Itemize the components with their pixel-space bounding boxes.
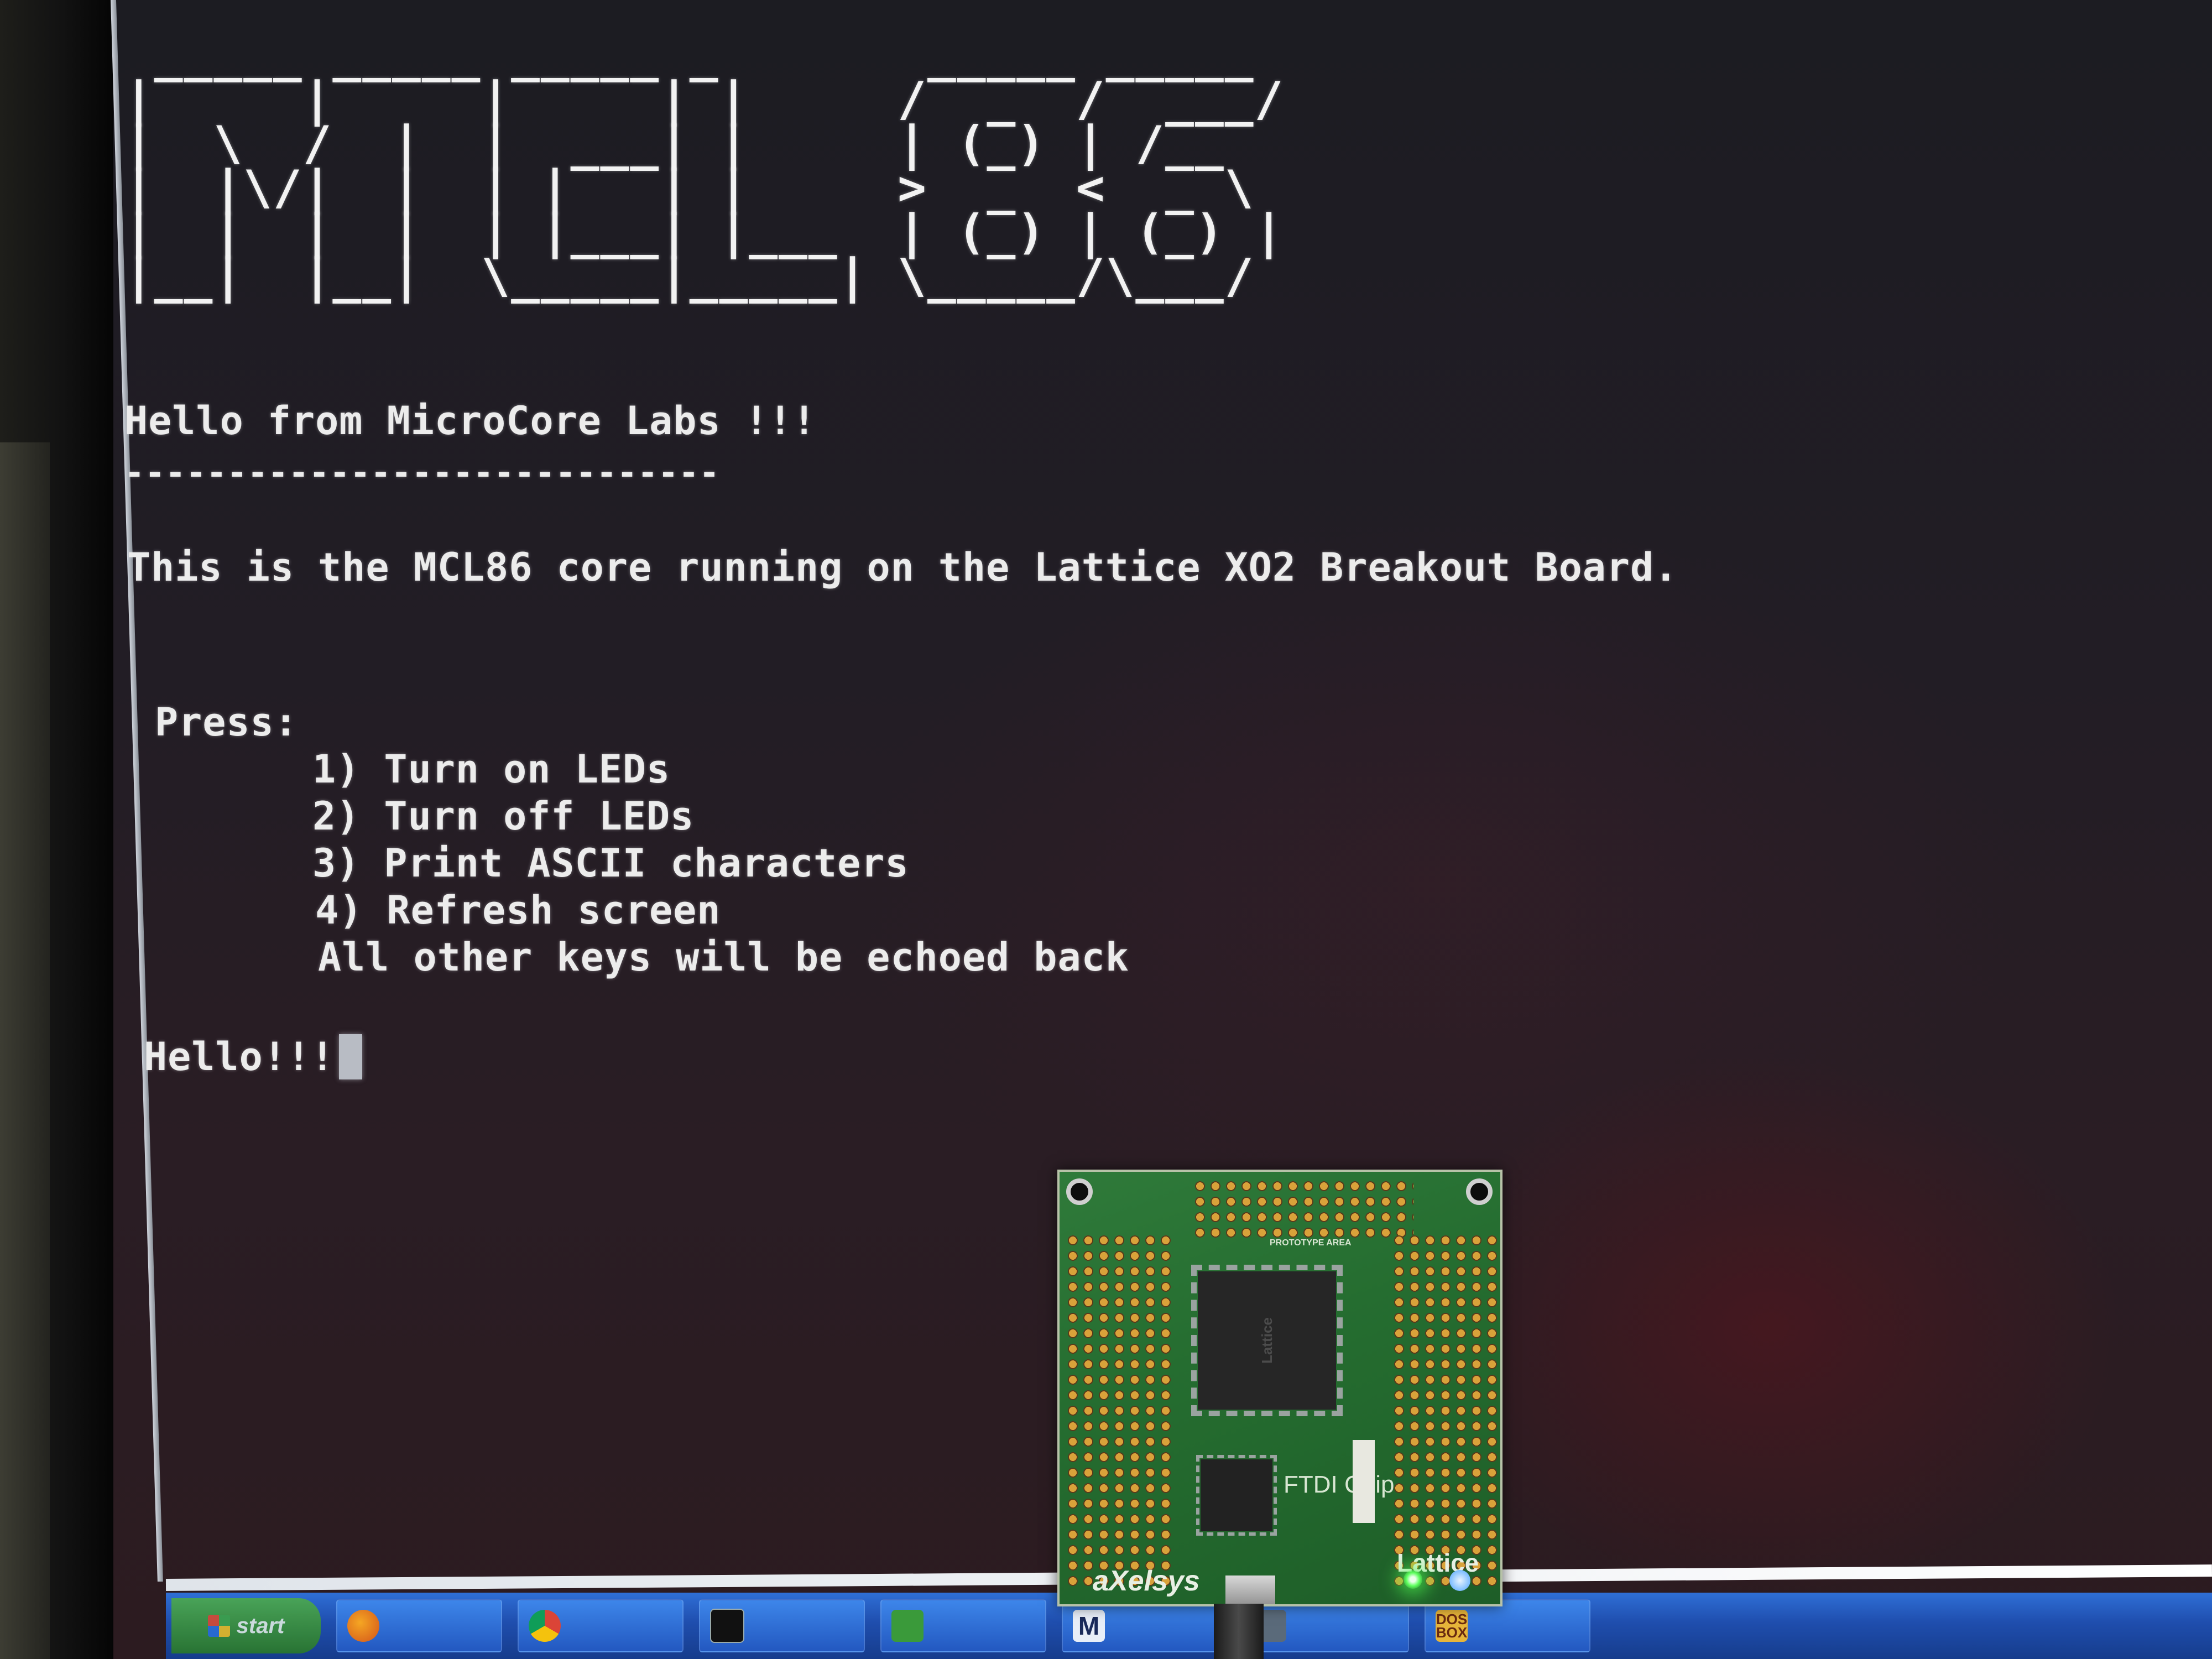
m-app-icon: M — [1073, 1610, 1105, 1642]
usb-connector — [1225, 1575, 1275, 1604]
press-label: Press: — [155, 700, 298, 745]
white-component — [1353, 1440, 1375, 1523]
terminal-icon — [710, 1609, 744, 1643]
prototype-pads-top — [1192, 1178, 1413, 1239]
blue-button — [1449, 1570, 1470, 1591]
prototype-area-label: PROTOTYPE AREA — [1270, 1238, 1352, 1248]
start-button[interactable]: start — [171, 1598, 321, 1653]
green-app-icon — [891, 1610, 924, 1642]
photo-scene: _____ _____ _____ _ _____ _____ | | | | … — [0, 0, 2212, 1659]
mounting-hole — [1466, 1178, 1493, 1205]
header-pads-right — [1391, 1233, 1500, 1587]
terminal-intro: This is the MCL86 core running on the La… — [127, 545, 1678, 590]
terminal-input-line[interactable]: Hello!!! — [144, 1034, 363, 1079]
menu-option-3: 3) Print ASCII characters — [312, 841, 909, 886]
taskbar-item-firefox[interactable] — [336, 1599, 502, 1652]
menu-option-1: 1) Turn on LEDs — [312, 747, 671, 792]
menu-option-4: 4) Refresh screen — [315, 888, 721, 933]
typed-text: Hello!!! — [144, 1034, 335, 1079]
taskbar-item-m-app[interactable]: M — [1062, 1599, 1228, 1652]
start-label: start — [236, 1613, 285, 1638]
fpga-chip: Lattice — [1191, 1265, 1343, 1416]
taskbar-item-terminal[interactable] — [699, 1599, 865, 1652]
ftdi-chip — [1196, 1455, 1277, 1536]
firefox-icon — [347, 1610, 379, 1642]
windows-flag-icon — [207, 1615, 230, 1637]
power-led — [1404, 1570, 1422, 1589]
taskbar-item-chrome[interactable] — [518, 1599, 684, 1652]
lattice-xo2-breakout-board: PROTOTYPE AREA Lattice FTDI Chip aXelsys… — [1057, 1170, 1503, 1606]
mcl86-ascii-banner: _____ _____ _____ _ _____ _____ | | | | … — [124, 28, 1285, 304]
taskbar-item-dosbox[interactable]: DOS BOX — [1425, 1599, 1590, 1652]
terminal-divider: ----------------------------- — [124, 453, 720, 492]
usb-cable — [1214, 1604, 1264, 1659]
background-wall — [0, 442, 50, 1659]
taskbar-item-green-app[interactable] — [880, 1599, 1046, 1652]
mounting-hole — [1066, 1178, 1093, 1205]
terminal-heading: Hello from MicroCore Labs !!! — [124, 398, 817, 444]
taskbar-item-lattice[interactable] — [1243, 1599, 1409, 1652]
ftdi-chip-label: FTDI Chip — [1284, 1471, 1395, 1498]
chrome-icon — [529, 1610, 561, 1642]
menu-option-2: 2) Turn off LEDs — [312, 794, 695, 839]
text-cursor — [339, 1034, 363, 1079]
dosbox-icon: DOS BOX — [1436, 1610, 1468, 1642]
header-pads-left — [1065, 1233, 1176, 1587]
axelsys-logo: aXelsys — [1093, 1565, 1200, 1597]
echo-note: All other keys will be echoed back — [318, 935, 1129, 980]
